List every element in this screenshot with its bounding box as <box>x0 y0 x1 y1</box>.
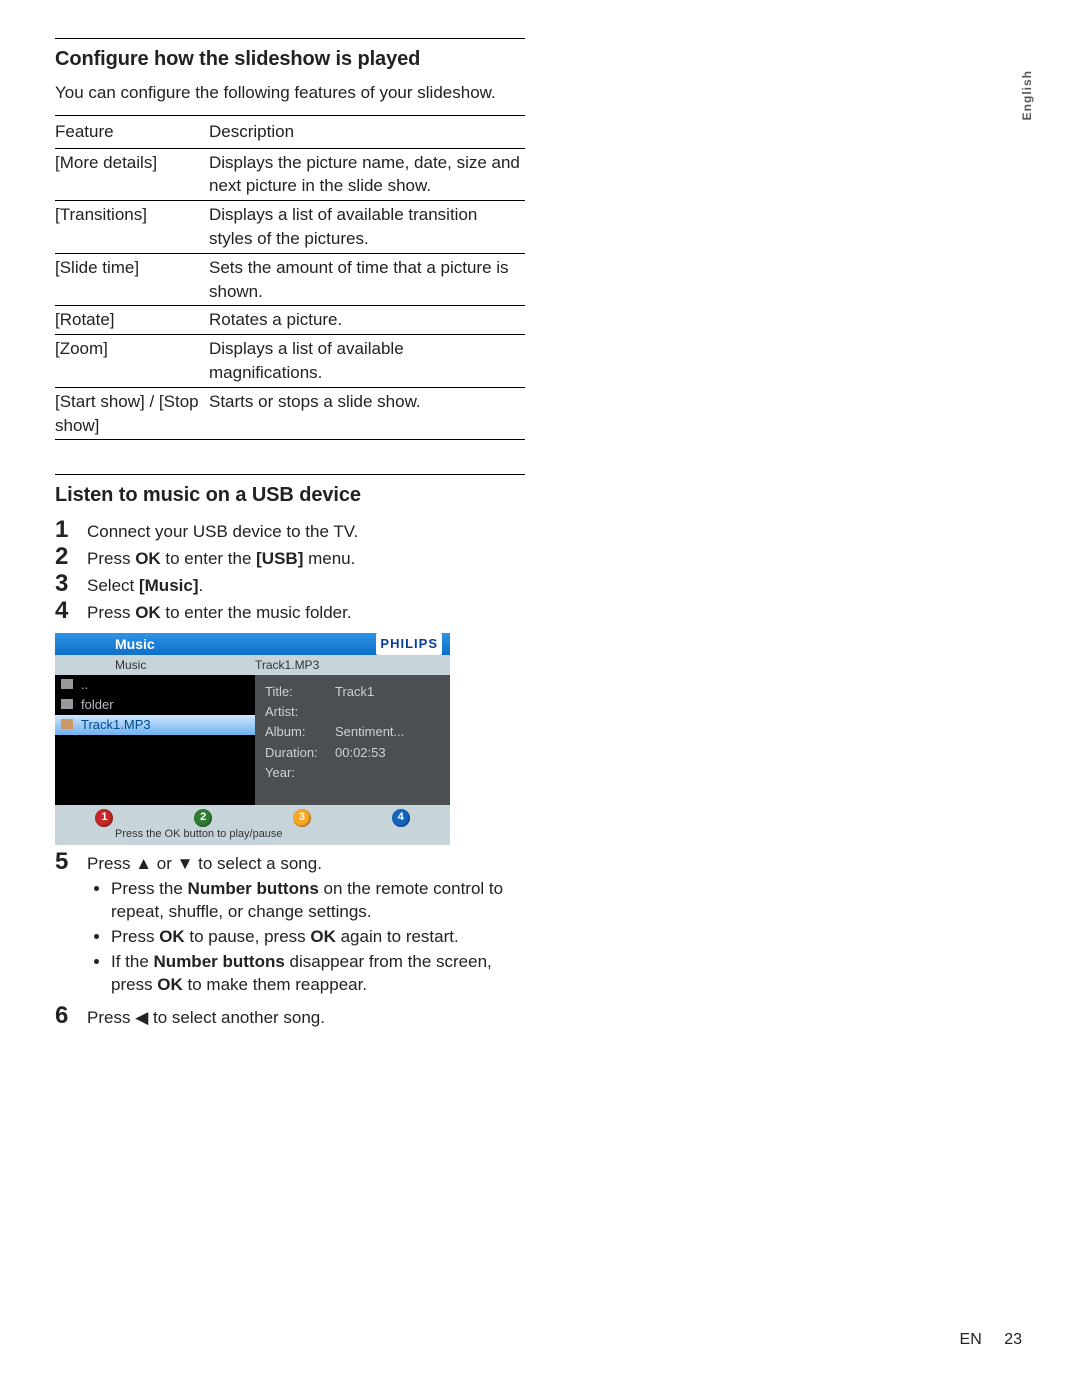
tv-titlebar: Music PHILIPS <box>55 633 450 655</box>
step: 2 Press OK to enter the [USB] menu. <box>55 544 525 571</box>
tv-bottom-bar: 1 2 3 4 Press the OK button to play/paus… <box>55 805 450 845</box>
page-footer: EN 23 <box>960 1329 1022 1351</box>
table-row: [More details]Displays the picture name,… <box>55 148 525 201</box>
table-row: [Slide time]Sets the amount of time that… <box>55 253 525 306</box>
list-item[interactable]: folder <box>55 695 255 715</box>
step-text: Press OK to enter the music folder. <box>87 598 525 625</box>
steps-list: 1 Connect your USB device to the TV. 2 P… <box>55 517 525 625</box>
left-arrow-icon: ◀ <box>135 1008 148 1027</box>
info-label: Album: <box>265 723 335 741</box>
language-tab: English <box>1019 70 1036 120</box>
cell: [Transitions] <box>55 201 209 254</box>
footer-page-number: 23 <box>1004 1331 1022 1348</box>
step: 6 Press ◀ to select another song. <box>55 1003 525 1030</box>
info-value: 00:02:53 <box>335 744 386 762</box>
footer-lang: EN <box>960 1331 982 1348</box>
step-number: 5 <box>55 849 75 875</box>
step: 5 Press ▲ or ▼ to select a song. Press t… <box>55 849 525 1003</box>
th-description: Description <box>209 115 525 148</box>
info-label: Title: <box>265 683 335 701</box>
table-row: [Zoom]Displays a list of available magni… <box>55 335 525 388</box>
table-row: [Rotate]Rotates a picture. <box>55 306 525 335</box>
cell: Displays a list of available transition … <box>209 201 525 254</box>
color-button-4[interactable]: 4 <box>392 809 410 827</box>
cell: [Zoom] <box>55 335 209 388</box>
feature-table: Feature Description [More details]Displa… <box>55 115 525 441</box>
info-label: Artist: <box>265 703 335 721</box>
tv-screenshot: Music PHILIPS Music Track1.MP3 .. folder… <box>55 633 450 845</box>
step-text: Connect your USB device to the TV. <box>87 517 525 544</box>
info-value: Sentiment... <box>335 723 404 741</box>
table-row: [Start show] / [Stop show]Starts or stop… <box>55 387 525 440</box>
steps-list-cont: 5 Press ▲ or ▼ to select a song. Press t… <box>55 849 525 1030</box>
step-number: 6 <box>55 1003 75 1029</box>
folder-icon <box>61 699 73 709</box>
intro-text: You can configure the following features… <box>55 81 525 105</box>
cell: Displays a list of available magnificati… <box>209 335 525 388</box>
list-item-selected[interactable]: Track1.MP3 <box>55 715 255 735</box>
table-row: [Transitions]Displays a list of availabl… <box>55 201 525 254</box>
step: 3 Select [Music]. <box>55 571 525 598</box>
step-text: Press OK to enter the [USB] menu. <box>87 544 525 571</box>
rule <box>55 38 525 39</box>
color-button-1[interactable]: 1 <box>95 809 113 827</box>
up-arrow-icon: ▲ <box>135 854 152 873</box>
bullet: If the Number buttons disappear from the… <box>111 951 525 997</box>
bullet: Press the Number buttons on the remote c… <box>111 878 525 924</box>
step-text: Press ◀ to select another song. <box>87 1003 525 1030</box>
crumb-left: Music <box>115 655 255 675</box>
cell: [Start show] / [Stop show] <box>55 387 209 440</box>
cell: [More details] <box>55 148 209 201</box>
cell: Sets the amount of time that a picture i… <box>209 253 525 306</box>
down-arrow-icon: ▼ <box>177 854 194 873</box>
tv-file-list: .. folder Track1.MP3 <box>55 675 255 805</box>
list-item[interactable]: .. <box>55 675 255 695</box>
step: 4 Press OK to enter the music folder. <box>55 598 525 625</box>
th-feature: Feature <box>55 115 209 148</box>
crumb-right: Track1.MP3 <box>255 655 319 675</box>
step: 1 Connect your USB device to the TV. <box>55 517 525 544</box>
step-number: 4 <box>55 598 75 624</box>
tv-info-panel: Title:Track1 Artist: Album:Sentiment... … <box>255 675 450 805</box>
step-text: Press ▲ or ▼ to select a song. Press the… <box>87 849 525 1003</box>
cell: Displays the picture name, date, size an… <box>209 148 525 201</box>
step-text: Select [Music]. <box>87 571 525 598</box>
music-file-icon <box>61 719 73 729</box>
step-number: 3 <box>55 571 75 597</box>
color-button-3[interactable]: 3 <box>293 809 311 827</box>
tv-title: Music <box>115 633 155 655</box>
folder-icon <box>61 679 73 689</box>
tv-breadcrumb: Music Track1.MP3 <box>55 655 450 675</box>
info-label: Duration: <box>265 744 335 762</box>
step-number: 2 <box>55 544 75 570</box>
cell: [Rotate] <box>55 306 209 335</box>
tv-hint: Press the OK button to play/pause <box>55 827 450 842</box>
info-value: Track1 <box>335 683 374 701</box>
step-number: 1 <box>55 517 75 543</box>
cell: Rotates a picture. <box>209 306 525 335</box>
color-button-2[interactable]: 2 <box>194 809 212 827</box>
section-heading: Listen to music on a USB device <box>55 481 525 509</box>
bullet: Press OK to pause, press OK again to res… <box>111 926 525 949</box>
info-label: Year: <box>265 764 335 782</box>
brand-logo: PHILIPS <box>376 633 442 655</box>
section-heading: Configure how the slideshow is played <box>55 45 525 73</box>
rule <box>55 474 525 475</box>
cell: Starts or stops a slide show. <box>209 387 525 440</box>
cell: [Slide time] <box>55 253 209 306</box>
